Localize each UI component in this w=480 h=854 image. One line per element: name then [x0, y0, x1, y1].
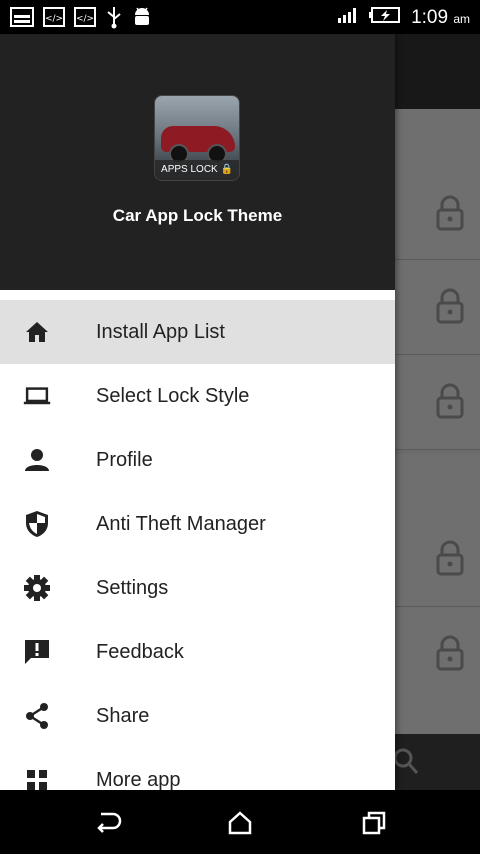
background-row[interactable] — [395, 454, 480, 607]
menu-item-label: Install App List — [96, 321, 225, 343]
lock-icon — [435, 383, 465, 424]
menu-item-label: Select Lock Style — [96, 385, 250, 407]
grid-icon — [23, 768, 51, 790]
svg-text:</>: </> — [45, 14, 63, 24]
clock-ampm: am — [453, 11, 470, 26]
system-nav-bar — [0, 790, 480, 854]
clock: 1:09 am — [411, 7, 470, 29]
usb-icon — [105, 5, 123, 34]
svg-text:</>: </> — [76, 14, 94, 24]
feedback-icon — [23, 640, 51, 664]
lock-icon — [435, 288, 465, 329]
menu-item-more-app[interactable]: More app — [0, 748, 395, 790]
gear-icon — [23, 575, 51, 601]
drawer-header: APPS LOCK 🔒 Car App Lock Theme — [0, 34, 395, 290]
background-row[interactable] — [395, 109, 480, 260]
menu-item-share[interactable]: Share — [0, 684, 395, 748]
menu-item-label: Feedback — [96, 641, 184, 663]
lock-icon — [435, 635, 465, 676]
code-icon: </> — [74, 7, 96, 32]
home-icon[interactable] — [226, 810, 256, 836]
home-icon — [23, 320, 51, 344]
menu-item-label: More app — [96, 769, 181, 790]
menu-item-label: Share — [96, 705, 150, 727]
menu-item-label: Settings — [96, 577, 169, 599]
menu-item-label: Profile — [96, 449, 153, 471]
battery-charging-icon — [369, 6, 401, 29]
app-icon: APPS LOCK 🔒 — [154, 95, 240, 181]
menu-item-profile[interactable]: Profile — [0, 428, 395, 492]
clock-time: 1:09 — [411, 6, 449, 28]
menu-item-anti-theft-manager[interactable]: Anti Theft Manager — [0, 492, 395, 556]
app-title: Car App Lock Theme — [112, 206, 283, 225]
search-icon[interactable] — [392, 746, 420, 781]
menu-item-label: Anti Theft Manager — [96, 513, 266, 535]
app-icon-label-text: APPS LOCK — [161, 164, 218, 175]
menu-item-settings[interactable]: Settings — [0, 556, 395, 620]
menu-item-install-app-list[interactable]: Install App List — [0, 300, 395, 364]
background-row[interactable] — [395, 355, 480, 450]
menu-item-select-lock-style[interactable]: Select Lock Style — [0, 364, 395, 428]
laptop-icon — [23, 384, 51, 408]
share-icon — [23, 703, 51, 729]
signal-icon — [337, 7, 359, 28]
gallery-icon — [10, 7, 34, 32]
drawer-menu: Install App List Select Lock Style Profi… — [0, 300, 395, 790]
background-row[interactable] — [395, 260, 480, 355]
lock-icon — [435, 195, 465, 236]
person-icon — [23, 448, 51, 472]
navigation-drawer: APPS LOCK 🔒 Car App Lock Theme Install A… — [0, 34, 395, 790]
android-icon — [132, 5, 152, 34]
notification-icons: </> </> — [10, 5, 152, 34]
back-icon[interactable] — [93, 810, 123, 836]
status-bar: </> </> 1:09 am — [0, 0, 480, 34]
shield-icon — [23, 511, 51, 537]
lock-icon — [435, 540, 465, 581]
background-row[interactable] — [395, 607, 480, 735]
recents-icon[interactable] — [360, 810, 390, 836]
code-icon: </> — [43, 7, 65, 32]
menu-item-feedback[interactable]: Feedback — [0, 620, 395, 684]
app-icon-label: APPS LOCK 🔒 — [155, 160, 239, 180]
